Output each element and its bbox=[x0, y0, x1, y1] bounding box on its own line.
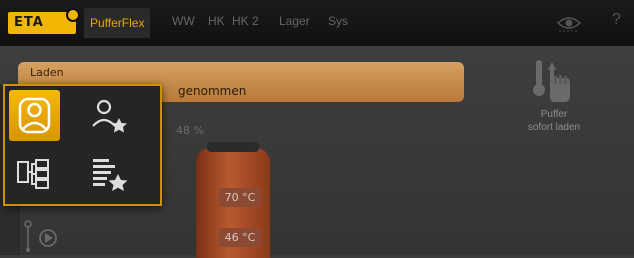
menu-user-tile[interactable] bbox=[9, 90, 60, 141]
temp-top: 70 °C bbox=[219, 188, 261, 207]
top-navigation-bar: ETA PufferFlex WW HK HK 2 Lager Sys ? bbox=[0, 0, 634, 46]
logo-badge-icon bbox=[66, 8, 80, 22]
list-favorite-icon bbox=[93, 159, 128, 191]
buffer-percent: 48 % bbox=[176, 124, 204, 137]
menu-user-favorite-tile[interactable] bbox=[83, 90, 134, 141]
buffer-charge-label: Puffer sofort laden bbox=[500, 108, 608, 134]
tab-hk-2[interactable]: HK 2 bbox=[232, 14, 259, 28]
tab-ww[interactable]: WW bbox=[172, 14, 195, 28]
tab-sys[interactable]: Sys bbox=[328, 14, 348, 28]
help-icon[interactable]: ? bbox=[612, 11, 621, 29]
hierarchy-icon bbox=[17, 159, 49, 189]
tank-cap bbox=[207, 142, 259, 152]
buffer-charge-label-line1: Puffer bbox=[540, 109, 568, 120]
temp-bottom: 46 °C bbox=[219, 228, 261, 247]
menu-hierarchy-tile[interactable] bbox=[9, 148, 60, 199]
status-text: genommen bbox=[178, 84, 247, 98]
buffer-charge-label-line2: sofort laden bbox=[527, 122, 581, 133]
flow-play-icon[interactable] bbox=[22, 218, 62, 254]
tab-lager[interactable]: Lager bbox=[279, 14, 310, 28]
user-icon bbox=[18, 97, 51, 134]
tab-pufferflex[interactable]: PufferFlex bbox=[84, 8, 151, 38]
tab-hk[interactable]: HK bbox=[208, 14, 225, 28]
eye-icon[interactable] bbox=[555, 12, 583, 34]
logo-text: ETA bbox=[14, 15, 44, 30]
user-favorite-icon bbox=[92, 99, 127, 133]
status-title: Laden bbox=[30, 66, 64, 79]
thermometer-hand-icon bbox=[533, 60, 570, 102]
menu-list-favorite-tile[interactable] bbox=[83, 148, 134, 199]
user-menu-popup bbox=[3, 84, 162, 206]
eta-logo: ETA bbox=[8, 8, 80, 34]
